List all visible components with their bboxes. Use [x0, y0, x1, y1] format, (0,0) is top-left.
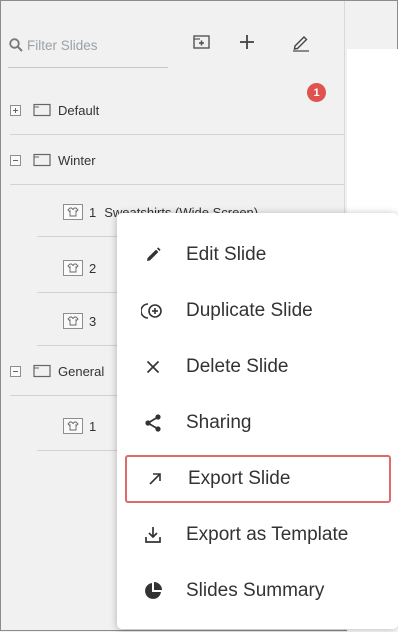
- menu-item-slides-summary[interactable]: Slides Summary: [125, 571, 391, 611]
- folder-icon: [33, 364, 52, 378]
- pencil-icon: [141, 243, 165, 267]
- menu-item-label: Duplicate Slide: [186, 300, 313, 321]
- slide-number: 2: [89, 260, 97, 276]
- duplicate-icon: [141, 299, 165, 323]
- menu-item-label: Sharing: [186, 412, 252, 433]
- slide-icon: [63, 260, 83, 276]
- search-icon: [8, 37, 24, 53]
- group-label: Default: [58, 102, 100, 118]
- menu-item-label: Delete Slide: [186, 356, 289, 377]
- menu-item-label: Slides Summary: [186, 580, 325, 601]
- filter-slides-input[interactable]: [27, 35, 149, 55]
- tree-group-default[interactable]: Default: [10, 86, 344, 135]
- slide-context-menu: Edit Slide Duplicate Slide Delete Slide …: [117, 213, 398, 629]
- slide-number: 1: [89, 418, 97, 434]
- tree-group-winter[interactable]: Winter: [10, 136, 344, 185]
- group-label: Winter: [58, 152, 96, 168]
- menu-item-sharing[interactable]: Sharing: [125, 403, 391, 443]
- plus-icon: [238, 33, 256, 56]
- slide-number: 3: [89, 313, 97, 329]
- menu-item-label: Export Slide: [188, 468, 291, 489]
- share-icon: [141, 411, 165, 435]
- menu-item-export-slide[interactable]: Export Slide: [125, 455, 391, 503]
- collapse-icon[interactable]: [10, 154, 21, 166]
- folder-icon: [33, 153, 52, 167]
- export-arrow-icon: [143, 467, 167, 491]
- slides-toolbar: [1, 1, 344, 81]
- close-icon: [141, 355, 165, 379]
- menu-item-label: Export as Template: [186, 524, 349, 545]
- folder-icon: [33, 103, 52, 117]
- pencil-icon: [291, 32, 311, 57]
- app-frame: 1 Default Winter 1 Sweatshirts (Wide Scr…: [0, 0, 398, 632]
- slide-icon: [63, 204, 83, 220]
- slide-icon: [63, 418, 83, 434]
- menu-item-edit-slide[interactable]: Edit Slide: [125, 235, 391, 275]
- slide-icon: [63, 313, 83, 329]
- expand-icon[interactable]: [10, 104, 21, 116]
- filter-search: [8, 27, 168, 68]
- slide-number: 1: [89, 204, 97, 220]
- edit-button[interactable]: [288, 31, 314, 57]
- add-folder-icon: [193, 34, 211, 55]
- pie-chart-icon: [141, 579, 165, 603]
- add-slide-button[interactable]: [234, 31, 260, 57]
- add-folder-button[interactable]: [189, 31, 215, 57]
- menu-item-export-as-template[interactable]: Export as Template: [125, 515, 391, 555]
- collapse-icon[interactable]: [10, 365, 21, 377]
- menu-item-delete-slide[interactable]: Delete Slide: [125, 347, 391, 387]
- download-tray-icon: [141, 523, 165, 547]
- menu-item-label: Edit Slide: [186, 244, 267, 265]
- menu-item-duplicate-slide[interactable]: Duplicate Slide: [125, 291, 391, 331]
- group-label: General: [58, 363, 105, 379]
